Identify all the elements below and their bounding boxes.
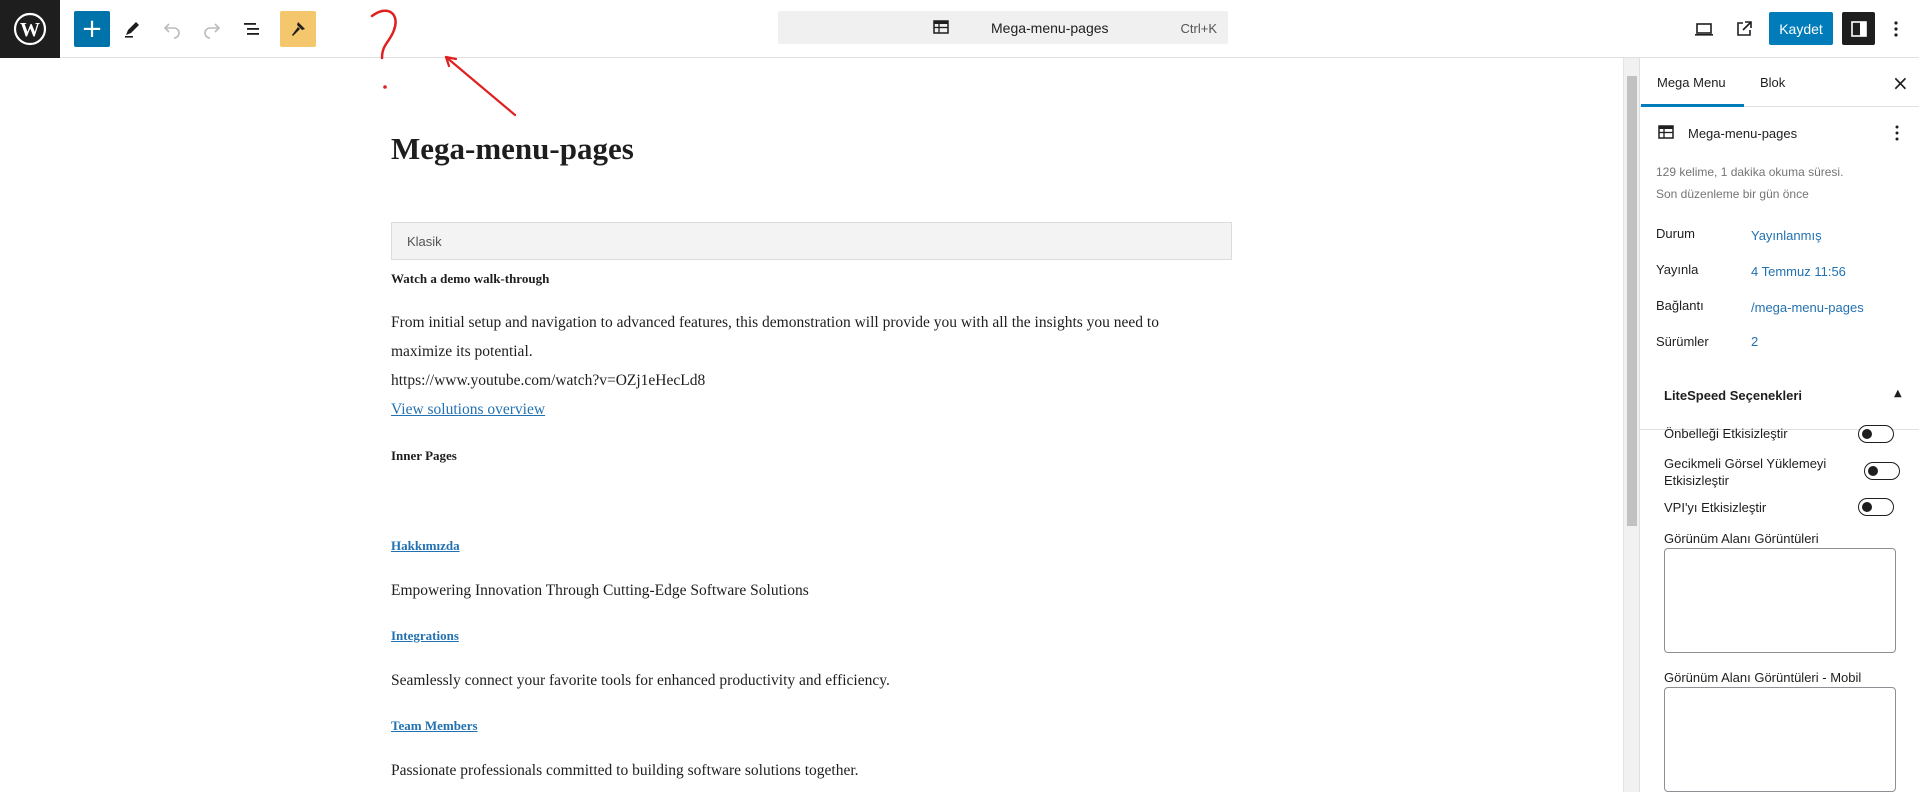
tab-mega-menu[interactable]: Mega Menu: [1657, 75, 1726, 90]
list-view-icon: [244, 23, 259, 35]
close-icon[interactable]: ×: [1892, 71, 1909, 95]
post-summary-panel: Mega-menu-pages 129 kelime, 1 dakika oku…: [1640, 107, 1919, 430]
document-overview-button[interactable]: [234, 11, 270, 47]
link-value[interactable]: /mega-menu-pages: [1751, 300, 1864, 315]
heading-inner-pages[interactable]: Inner Pages: [391, 448, 457, 464]
post-title[interactable]: Mega-menu-pages: [391, 131, 634, 167]
demo-paragraph-line1[interactable]: From initial setup and navigation to adv…: [391, 308, 1159, 337]
sidebar-icon: [1850, 20, 1867, 37]
post-meta-line2: Son düzenleme bir gün önce: [1656, 187, 1809, 201]
undo-icon: [163, 23, 180, 39]
document-title: Mega-menu-pages: [991, 20, 1109, 36]
text-team-members[interactable]: Passionate professionals committed to bu…: [391, 756, 859, 785]
preview-button[interactable]: [1686, 11, 1722, 47]
vpi-toggle[interactable]: [1858, 498, 1894, 516]
keyboard-shortcut: Ctrl+K: [1180, 21, 1217, 36]
settings-toggle-button[interactable]: [1842, 12, 1875, 45]
sidebar-tabs: Mega Menu Blok ×: [1640, 58, 1919, 107]
revisions-label: Sürümler: [1656, 334, 1709, 349]
editor-toolbar: W + Mega-menu-pages Ctrl+K Kaydet: [0, 0, 1919, 58]
lazyload-toggle-label-line2: Etkisizleştir: [1664, 473, 1730, 488]
classic-block-label: Klasik: [407, 234, 442, 249]
viewport-images-label: Görünüm Alanı Görüntüleri: [1664, 531, 1819, 546]
canvas-scrollbar[interactable]: [1623, 58, 1639, 792]
viewport-images-mobile-textarea[interactable]: [1664, 687, 1896, 792]
status-value[interactable]: Yayınlanmış: [1751, 228, 1822, 243]
demo-paragraph-line2[interactable]: maximize its potential.: [391, 337, 533, 366]
kebab-menu-icon: [1894, 21, 1898, 37]
view-solutions-link[interactable]: View solutions overview: [391, 395, 545, 424]
table-icon: [933, 20, 949, 34]
command-palette-bar[interactable]: Mega-menu-pages Ctrl+K: [778, 11, 1228, 44]
revisions-value[interactable]: 2: [1751, 334, 1758, 349]
svg-text:W: W: [20, 19, 40, 41]
status-label: Durum: [1656, 226, 1696, 241]
settings-sidebar: Mega Menu Blok × Mega-menu-pages 129 kel…: [1639, 58, 1919, 792]
tab-blok[interactable]: Blok: [1760, 75, 1785, 90]
external-link-icon: [1737, 21, 1752, 36]
link-label: Bağlantı: [1656, 298, 1704, 313]
wordpress-logo-button[interactable]: W: [0, 0, 60, 58]
pencil-icon: [125, 22, 139, 38]
cache-toggle[interactable]: [1858, 425, 1894, 443]
link-hakkimizda[interactable]: Hakkımızda: [391, 538, 460, 554]
lazyload-toggle[interactable]: [1864, 462, 1900, 480]
kebab-menu-icon[interactable]: [1894, 124, 1900, 142]
wordpress-icon: W: [13, 12, 47, 46]
viewport-images-mobile-label: Görünüm Alanı Görüntüleri - Mobil: [1664, 670, 1862, 685]
save-button[interactable]: Kaydet: [1769, 12, 1833, 45]
editor-canvas[interactable]: Mega-menu-pages Klasik Watch a demo walk…: [0, 58, 1623, 792]
publish-label: Yayınla: [1656, 262, 1699, 277]
publish-value[interactable]: 4 Temmuz 11:56: [1751, 264, 1846, 279]
redo-button[interactable]: [194, 11, 230, 47]
desktop-icon: [1695, 23, 1713, 36]
brush-icon: [292, 22, 305, 36]
options-menu-button[interactable]: [1878, 11, 1914, 47]
text-integrations[interactable]: Seamlessly connect your favorite tools f…: [391, 666, 890, 695]
post-meta-line1: 129 kelime, 1 dakika okuma süresi.: [1656, 165, 1844, 179]
redo-icon: [204, 23, 221, 39]
scrollbar-thumb[interactable]: [1627, 76, 1637, 526]
lazyload-toggle-label-line1: Gecikmeli Görsel Yüklemeyi: [1664, 456, 1827, 471]
link-team-members[interactable]: Team Members: [391, 718, 478, 734]
undo-button[interactable]: [154, 11, 190, 47]
text-hakkimizda[interactable]: Empowering Innovation Through Cutting-Ed…: [391, 576, 809, 605]
litespeed-panel-title[interactable]: LiteSpeed Seçenekleri: [1664, 388, 1802, 403]
chevron-up-icon[interactable]: ▲: [1894, 388, 1902, 399]
plugin-tool-button[interactable]: [280, 11, 316, 47]
vpi-toggle-label: VPI'yı Etkisizleştir: [1664, 500, 1767, 515]
video-url[interactable]: https://www.youtube.com/watch?v=OZj1eHec…: [391, 366, 705, 395]
heading-demo[interactable]: Watch a demo walk-through: [391, 271, 549, 287]
link-integrations[interactable]: Integrations: [391, 628, 459, 644]
classic-block-toolbar[interactable]: Klasik: [391, 222, 1232, 260]
post-name: Mega-menu-pages: [1688, 126, 1798, 141]
cache-toggle-label: Önbelleği Etkisizleştir: [1664, 426, 1788, 441]
tools-button[interactable]: [114, 11, 150, 47]
view-post-button[interactable]: [1726, 11, 1762, 47]
table-icon: [1658, 125, 1674, 139]
add-block-button[interactable]: +: [74, 11, 110, 47]
plus-icon: +: [81, 14, 103, 44]
viewport-images-textarea[interactable]: [1664, 548, 1896, 653]
